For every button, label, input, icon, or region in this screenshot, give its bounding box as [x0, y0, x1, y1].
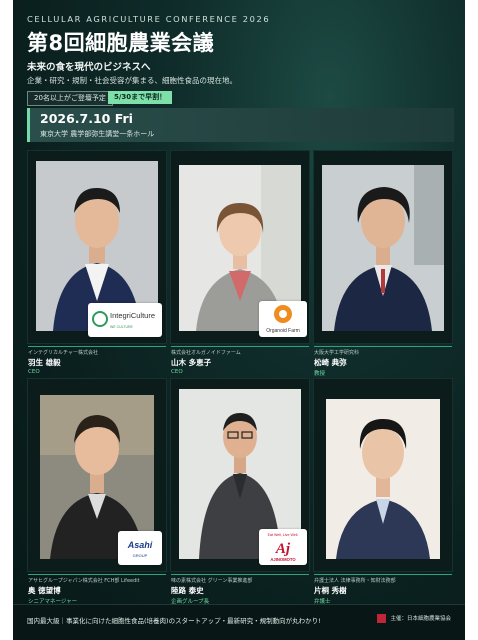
speaker-name: 松崎 典弥 — [314, 358, 347, 367]
conference-kicker: CELLULAR AGRICULTURE CONFERENCE 2026 — [27, 14, 271, 24]
svg-text:GROUP: GROUP — [133, 553, 148, 558]
speaker-card[interactable]: 大阪大学工学研究科 松崎 典弥 教授 — [313, 150, 453, 377]
ajinomoto-logo: Eat Well, Live Well. Aj AJINOMOTO — [259, 529, 307, 565]
organoid-farm-logo: Organoid Farm — [259, 301, 307, 337]
speaker-name: 片桐 秀樹 — [314, 586, 347, 595]
asahi-group-logo: Asahi GROUP — [118, 531, 162, 565]
speaker-photo — [314, 151, 452, 339]
speaker-role: CEO — [28, 369, 40, 375]
organizer: 主催：日本細胞農業協会 — [377, 614, 451, 623]
speaker-company: 味の素株式会社 グリーン事業推進部 — [171, 578, 253, 584]
svg-text:Asahi: Asahi — [127, 540, 153, 550]
conference-title: 第8回細胞農業会議 — [27, 31, 215, 55]
speaker-info: 株式会社オルガノイドファーム 山木 多恵子 CEO — [171, 346, 311, 375]
event-date: 2026.7.10 Fri — [40, 111, 133, 126]
speaker-card[interactable]: Asahi GROUP アサヒグループジャパン株式会社 FCH部 Lifeedi… — [27, 378, 167, 605]
speaker-company: 株式会社オルガノイドファーム — [171, 350, 241, 356]
speaker-info: インテグリカルチャー株式会社 羽生 雄毅 CEO — [28, 346, 168, 375]
svg-text:Aj: Aj — [275, 541, 291, 557]
organizer-label: 主催：日本細胞農業協会 — [390, 616, 451, 622]
integriculture-logo: IntegriCulture WE CULTURE — [88, 303, 162, 337]
speaker-card[interactable]: Organoid Farm 株式会社オルガノイドファーム 山木 多恵子 CEO — [170, 150, 310, 375]
speaker-name: 山木 多恵子 — [171, 358, 212, 367]
speaker-company: インテグリカルチャー株式会社 — [28, 350, 98, 356]
speaker-card[interactable]: 弁護士法人 法律事務所・知財法務部 片桐 秀樹 弁護士 — [313, 378, 453, 605]
speaker-card[interactable]: Eat Well, Live Well. Aj AJINOMOTO 味の素株式会… — [170, 378, 310, 605]
svg-text:Organoid Farm: Organoid Farm — [266, 328, 300, 334]
speaker-role: 教授 — [314, 371, 326, 377]
speaker-card[interactable]: IntegriCulture WE CULTURE インテグリカルチャー株式会社… — [27, 150, 167, 375]
conference-description: 企業・研究・規制・社会受容が集まる、細胞性食品の現在地。 — [27, 76, 237, 85]
footer-tagline: 国内最大級｜事業化に向けた細胞性食品(培養肉)のスタートアップ・最新研究・規制動… — [27, 617, 321, 625]
organizer-logo-icon — [377, 614, 387, 623]
svg-text:AJINOMOTO: AJINOMOTO — [270, 557, 296, 562]
event-date-bar: 2026.7.10 Fri 東京大学 農学部弥生講堂一条ホール — [27, 108, 454, 142]
conference-poster: CELLULAR AGRICULTURE CONFERENCE 2026 第8回… — [13, 0, 465, 640]
speaker-company: 大阪大学工学研究科 — [314, 350, 360, 356]
event-venue: 東京大学 農学部弥生講堂一条ホール — [40, 130, 155, 138]
svg-text:WE CULTURE: WE CULTURE — [110, 325, 134, 329]
earlybird-badge[interactable]: 5/30まで早割！ — [108, 91, 173, 104]
svg-text:Eat Well, Live Well.: Eat Well, Live Well. — [268, 533, 299, 537]
conference-subtitle: 未来の食を現代のビジネスへ — [27, 62, 151, 73]
speaker-name: 奥 徳望博 — [28, 586, 61, 595]
speaker-name: 羽生 雄毅 — [28, 358, 61, 367]
speaker-info: アサヒグループジャパン株式会社 FCH部 Lifeedit 奥 徳望博 シニアマ… — [28, 574, 168, 605]
speaker-name: 陸路 泰史 — [171, 586, 204, 595]
speaker-info: 弁護士法人 法律事務所・知財法務部 片桐 秀樹 弁護士 — [314, 574, 454, 605]
speaker-company: 弁護士法人 法律事務所・知財法務部 — [314, 578, 396, 584]
attendance-badge: 20名以上がご登壇予定 — [27, 91, 113, 106]
speaker-photo — [314, 379, 452, 567]
speaker-info: 大阪大学工学研究科 松崎 典弥 教授 — [314, 346, 454, 377]
speaker-info: 味の素株式会社 グリーン事業推進部 陸路 泰史 企画グループ長 — [171, 574, 311, 605]
svg-text:IntegriCulture: IntegriCulture — [110, 311, 155, 320]
footer-bar: 国内最大級｜事業化に向けた細胞性食品(培養肉)のスタートアップ・最新研究・規制動… — [13, 604, 465, 640]
speaker-company: アサヒグループジャパン株式会社 FCH部 Lifeedit — [28, 578, 140, 584]
speaker-role: CEO — [171, 369, 183, 375]
